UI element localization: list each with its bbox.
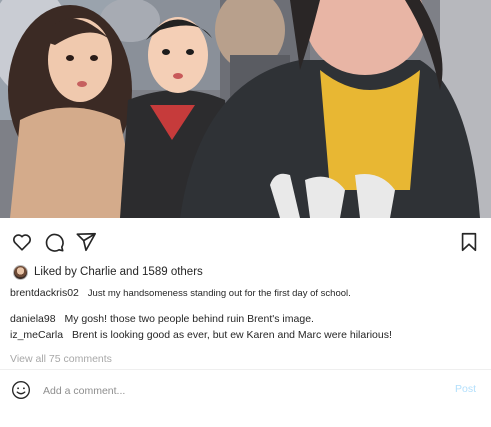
comment-text: My gosh! those two people behind ruin Br… [64, 313, 314, 325]
caption-username[interactable]: brentdackris02 [10, 287, 79, 299]
bookmark-icon[interactable] [457, 230, 481, 254]
post-action-bar [0, 222, 491, 260]
likes-summary[interactable]: Liked by Charlie and 1589 others [13, 264, 203, 280]
comment-item: iz_meCarla Brent is looking good as ever… [10, 329, 392, 341]
send-icon[interactable] [74, 230, 98, 254]
likes-text[interactable]: Liked by Charlie and 1589 others [34, 266, 203, 278]
add-comment-bar: Post [0, 371, 491, 411]
comment-item: daniela98 My gosh! those two people behi… [10, 313, 314, 325]
heart-icon[interactable] [10, 230, 34, 254]
divider [0, 369, 491, 370]
liker-avatar[interactable] [13, 264, 28, 280]
caption-text: Just my handsomeness standing out for th… [87, 288, 351, 299]
comment-input[interactable] [43, 383, 423, 399]
comment-text: Brent is looking good as ever, but ew Ka… [72, 329, 392, 341]
comment-username[interactable]: daniela98 [10, 313, 56, 325]
post-caption: brentdackris02 Just my handsomeness stan… [10, 287, 351, 299]
view-all-comments-link[interactable]: View all 75 comments [10, 353, 112, 365]
emoji-icon[interactable] [11, 380, 31, 400]
comment-icon[interactable] [42, 230, 66, 254]
post-comment-button[interactable]: Post [455, 383, 476, 395]
post-image[interactable] [0, 0, 491, 218]
comment-username[interactable]: iz_meCarla [10, 329, 63, 341]
